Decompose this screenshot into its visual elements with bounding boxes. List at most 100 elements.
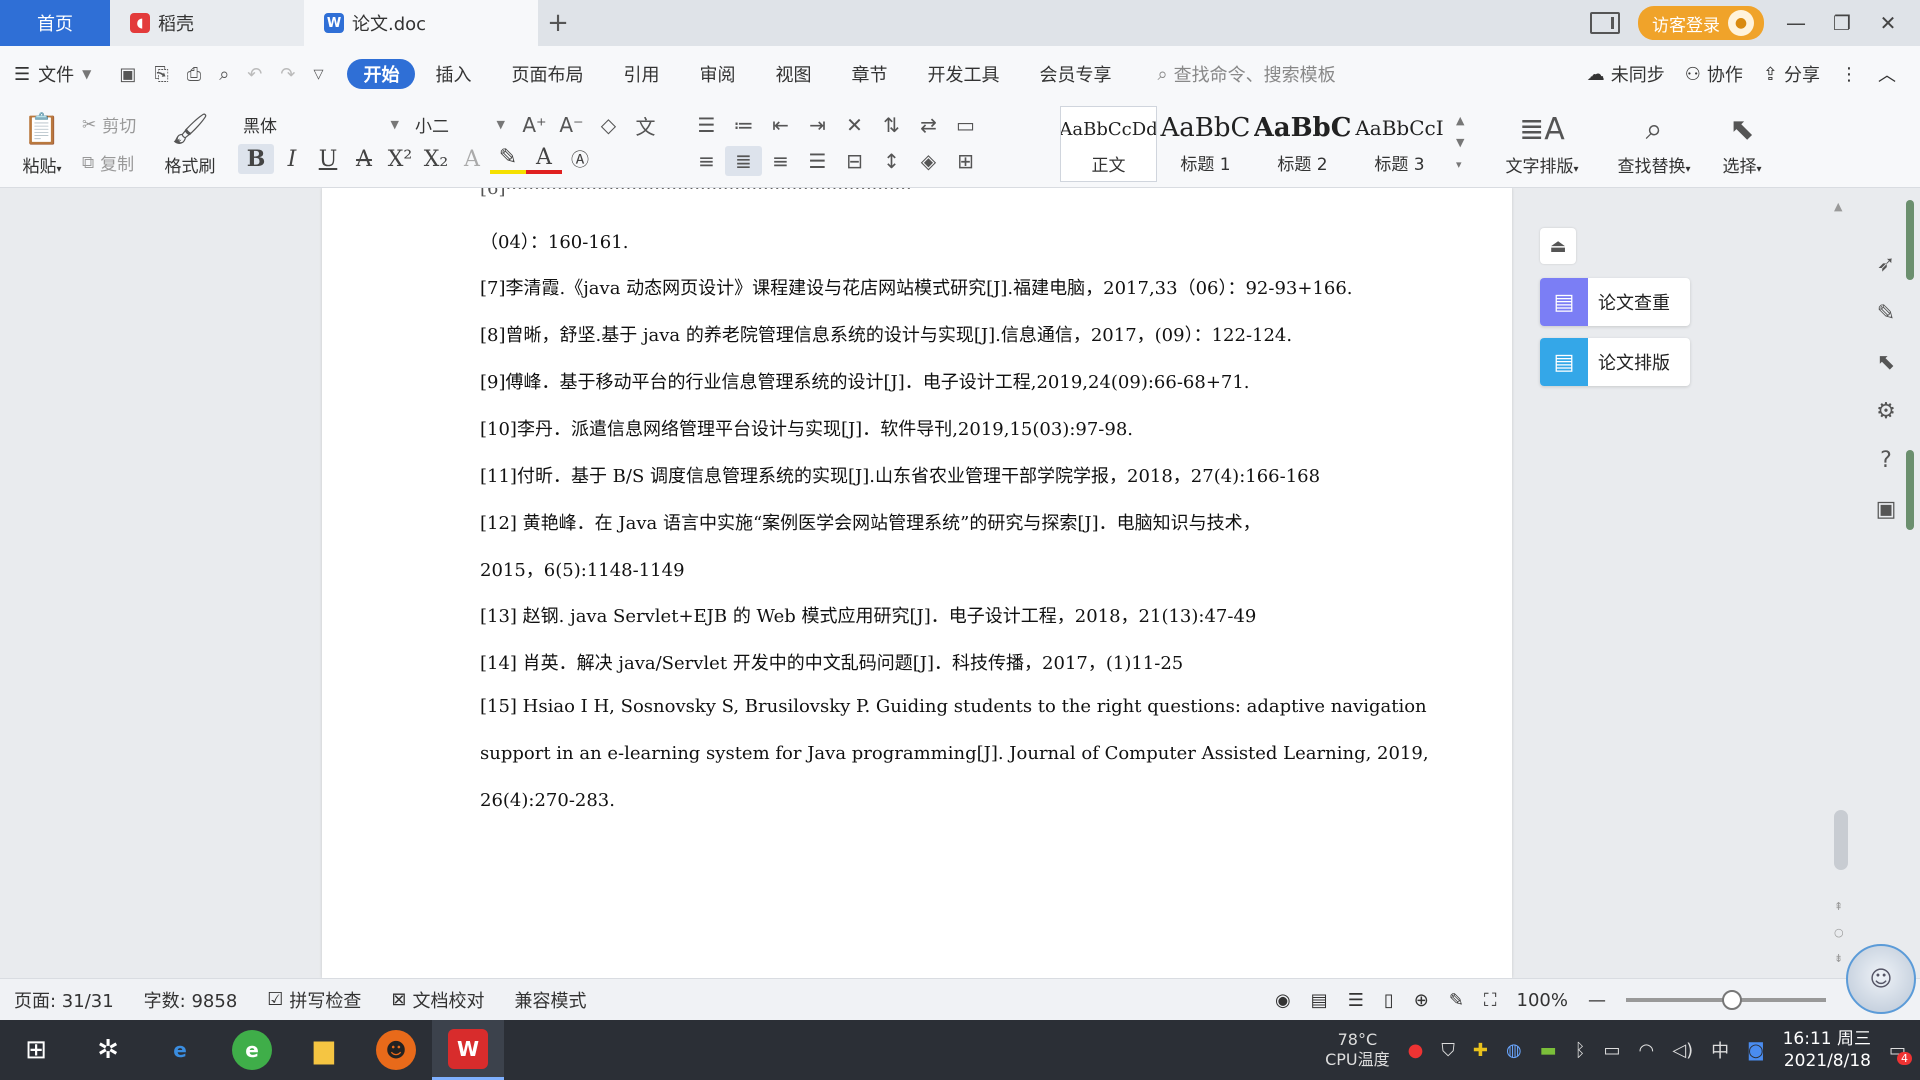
command-search[interactable]: ⌕ 查找命令、搜索模板 xyxy=(1157,61,1335,87)
volume-icon[interactable]: ◁) xyxy=(1672,1040,1693,1061)
taskbar-app[interactable]: e xyxy=(144,1020,216,1080)
panel-collapse-button[interactable]: ⏏ xyxy=(1540,228,1576,264)
taskbar-app[interactable]: e xyxy=(216,1020,288,1080)
pen-mode-icon[interactable]: ✎ xyxy=(1449,990,1464,1011)
paper-format-button[interactable]: ▤ 论文排版 xyxy=(1540,338,1690,386)
font-name-select[interactable]: 黑体 ▼ xyxy=(236,110,406,138)
word-count[interactable]: 字数: 9858 xyxy=(144,987,238,1013)
tray-plus-icon[interactable]: ✚ xyxy=(1473,1040,1488,1061)
select-browse-icon[interactable]: ○ xyxy=(1834,926,1844,939)
scroll-up-icon[interactable]: ▲ xyxy=(1834,200,1842,213)
taskbar-app[interactable]: ✲ xyxy=(72,1020,144,1080)
zoom-slider[interactable] xyxy=(1626,990,1826,1010)
style-heading-2[interactable]: AaBbC 标题 2 xyxy=(1254,106,1351,182)
align-center-icon[interactable]: ≣ xyxy=(725,146,762,176)
style-heading-1[interactable]: AaBbC 标题 1 xyxy=(1157,106,1254,182)
bullet-list-icon[interactable]: ☰ xyxy=(688,110,725,140)
tab-document[interactable]: W 论文.doc xyxy=(304,0,538,46)
tray-app-icon[interactable]: ◍ xyxy=(1506,1040,1522,1061)
clear-format-icon[interactable]: ◇ xyxy=(590,110,627,140)
font-size-select[interactable]: 小二 ▼ xyxy=(408,110,512,138)
help-icon[interactable]: ? xyxy=(1880,448,1892,473)
paper-check-button[interactable]: ▤ 论文查重 xyxy=(1540,278,1690,326)
outline-view-icon[interactable]: ☰ xyxy=(1348,990,1364,1011)
page-view-icon[interactable]: ▤ xyxy=(1311,990,1328,1011)
shield-icon[interactable]: ⛉ xyxy=(1441,1040,1455,1061)
style-gallery-scroll[interactable]: ▲ ▼ ▾ xyxy=(1456,110,1464,176)
line-spacing-icon[interactable]: ↕ xyxy=(873,146,910,176)
tray-app-icon[interactable]: ● xyxy=(1408,1040,1424,1061)
paste-button[interactable]: 📋 粘贴▾ xyxy=(14,106,70,178)
scrollbar-thumb[interactable] xyxy=(1834,810,1848,870)
pointer-icon[interactable]: ⬉ xyxy=(1877,350,1895,375)
tab-member[interactable]: 会员专享 xyxy=(1019,59,1131,89)
sort-icon[interactable]: ⇅ xyxy=(873,110,910,140)
assistant-avatar[interactable]: ☺ xyxy=(1846,944,1916,1014)
borders-icon[interactable]: ⊞ xyxy=(947,146,984,176)
ruler-icon[interactable]: ▭ xyxy=(947,110,984,140)
subscript-icon[interactable]: X₂ xyxy=(418,144,454,174)
align-left-icon[interactable]: ≡ xyxy=(688,146,725,176)
shading-icon[interactable]: ◈ xyxy=(910,146,947,176)
text-direction-icon[interactable]: ⇄ xyxy=(910,110,947,140)
grow-font-icon[interactable]: A⁺ xyxy=(516,110,553,140)
tab-daoke[interactable]: ◖ 稻壳 xyxy=(110,0,304,46)
select-button[interactable]: ⬉ 选择▾ xyxy=(1712,106,1772,178)
image-edit-icon[interactable]: ▣ xyxy=(1876,497,1897,522)
save-icon[interactable]: ▣ xyxy=(119,64,136,85)
shrink-font-icon[interactable]: A⁻ xyxy=(553,110,590,140)
pen-icon[interactable]: ✎ xyxy=(1877,301,1895,326)
notification-icon[interactable]: ▭ 4 xyxy=(1889,1040,1912,1065)
battery-icon[interactable]: ▭ xyxy=(1604,1040,1621,1061)
gpu-icon[interactable]: ▬ xyxy=(1540,1040,1557,1061)
increase-indent-icon[interactable]: ⇥ xyxy=(799,110,836,140)
collapse-ribbon-icon[interactable]: ︿ xyxy=(1878,61,1896,87)
next-page-icon[interactable]: ⇟ xyxy=(1834,952,1843,965)
sync-button[interactable]: ☁ 未同步 xyxy=(1587,61,1665,87)
tab-insert[interactable]: 插入 xyxy=(415,59,491,89)
settings-sliders-icon[interactable]: ⚙ xyxy=(1876,399,1896,424)
page-indicator[interactable]: 页面: 31/31 xyxy=(14,987,114,1013)
tab-references[interactable]: 引用 xyxy=(603,59,679,89)
bold-icon[interactable]: B xyxy=(238,144,274,174)
share-button[interactable]: ⇪ 分享 xyxy=(1763,61,1820,87)
undo-icon[interactable]: ↶ xyxy=(247,64,262,85)
vertical-scrollbar[interactable]: ▲ ⇞ ○ ⇟ xyxy=(1830,200,1852,970)
tab-view[interactable]: 视图 xyxy=(755,59,831,89)
taskbar-app-wps[interactable]: W xyxy=(432,1020,504,1080)
rocket-icon[interactable]: ➶ xyxy=(1877,252,1895,277)
justify-icon[interactable]: ☰ xyxy=(799,146,836,176)
copy-button[interactable]: ⧉ 复制 xyxy=(82,150,134,176)
start-button[interactable]: ⊞ xyxy=(0,1020,72,1080)
tab-home[interactable]: 首页 xyxy=(0,0,110,46)
tab-developer[interactable]: 开发工具 xyxy=(907,59,1019,89)
prev-page-icon[interactable]: ⇞ xyxy=(1834,900,1843,913)
underline-icon[interactable]: U xyxy=(310,144,346,174)
more-icon[interactable]: ⋮ xyxy=(1840,64,1858,85)
close-icon[interactable]: ✕ xyxy=(1874,11,1902,35)
export-icon[interactable]: ⎘ xyxy=(154,64,168,85)
document-page[interactable]: [6]·····································… xyxy=(322,188,1512,978)
font-color-icon[interactable]: A xyxy=(526,144,562,174)
redo-icon[interactable]: ↷ xyxy=(280,64,295,85)
clock[interactable]: 16:11 周三 2021/8/18 xyxy=(1783,1028,1871,1072)
tab-home-ribbon[interactable]: 开始 xyxy=(347,59,416,89)
spell-check-button[interactable]: ☑ 拼写检查 xyxy=(267,987,361,1013)
read-view-icon[interactable]: ▯ xyxy=(1384,990,1394,1011)
visitor-login-button[interactable]: 访客登录 ● xyxy=(1638,6,1764,40)
cpu-temperature[interactable]: 78°C CPU温度 xyxy=(1325,1030,1390,1070)
zoom-out-icon[interactable]: — xyxy=(1588,990,1606,1011)
restore-icon[interactable]: ❐ xyxy=(1828,11,1856,35)
print-icon[interactable]: ⎙ xyxy=(187,64,201,85)
proofread-button[interactable]: ⊠ 文档校对 xyxy=(391,987,484,1013)
file-menu[interactable]: ☰ 文件 ▼ xyxy=(14,61,91,87)
ime-indicator[interactable]: 中 xyxy=(1711,1037,1729,1063)
minimize-icon[interactable]: — xyxy=(1782,11,1810,35)
zoom-level[interactable]: 100% xyxy=(1517,990,1568,1011)
add-tab-button[interactable]: + xyxy=(538,0,578,46)
text-layout-button[interactable]: ≣A 文字排版▾ xyxy=(1494,106,1590,178)
tab-review[interactable]: 审阅 xyxy=(679,59,755,89)
tab-chapter[interactable]: 章节 xyxy=(831,59,907,89)
char-border-icon[interactable]: Ⓐ xyxy=(562,144,598,174)
collab-button[interactable]: ⚇ 协作 xyxy=(1685,61,1743,87)
